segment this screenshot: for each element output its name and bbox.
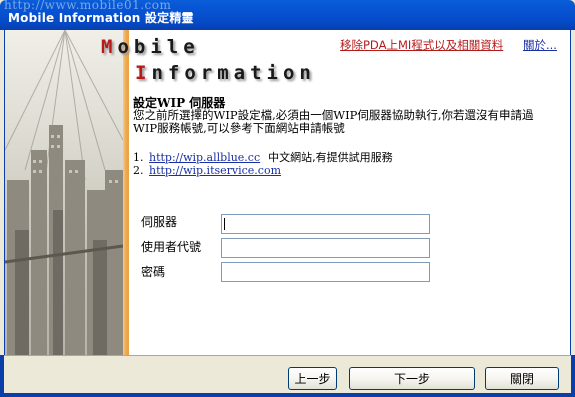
city-skyline-banner [5,30,129,355]
skyline-illustration [5,30,124,355]
list-number: 2. [133,164,144,177]
server-link-allblue[interactable]: http://wip.allblue.cc [149,151,260,164]
next-button[interactable]: 下一步 [349,367,475,390]
server-list: 1. http://wip.allblue.cc 中文網站,有提供試用服務 2. ht… [133,149,393,179]
server-label: 伺服器 [141,215,178,229]
logo-text-nformation: nformation [151,62,316,84]
button-bar-separator [4,355,571,356]
list-item: 2. http://wip.itservice.com [133,164,393,179]
user-id-input[interactable] [221,238,430,258]
password-label: 密碼 [141,265,166,279]
user-id-label: 使用者代號 [141,240,202,254]
logo-information: Information [135,62,316,84]
previous-button[interactable]: 上一步 [288,367,337,390]
server-link-itservice[interactable]: http://wip.itservice.com [149,164,281,177]
logo-letter-m: M [101,36,118,58]
page-description: 您之前所選擇的WIP設定檔,必須由一個WIP伺服器協助執行,你若還沒有申請過WI… [133,108,534,135]
server-input[interactable] [221,214,430,234]
server-note: 中文網站,有提供試用服務 [268,151,393,164]
list-number: 1. [133,151,144,164]
wizard-window: http://www.mobile01.com Mobile Informati… [0,0,575,397]
close-button[interactable]: 關閉 [485,367,559,390]
logo-text-obile: obile [117,36,200,58]
logo-letter-i: I [135,62,152,84]
text-cursor [224,218,225,230]
remove-pda-data-link[interactable]: 移除PDA上MI程式以及相關資料 [340,37,503,53]
logo-mobile: Mobile [101,36,200,58]
content-area: Mobile Information 移除PDA上MI程式以及相關資料 關於..… [4,30,571,355]
list-item: 1. http://wip.allblue.cc 中文網站,有提供試用服務 [133,149,393,164]
about-link[interactable]: 關於... [523,37,557,53]
title-bar[interactable]: http://www.mobile01.com Mobile Informati… [0,0,575,30]
banner-accent-strip [123,30,129,355]
window-title: Mobile Information 設定精靈 [8,11,194,25]
password-input[interactable] [221,262,430,282]
